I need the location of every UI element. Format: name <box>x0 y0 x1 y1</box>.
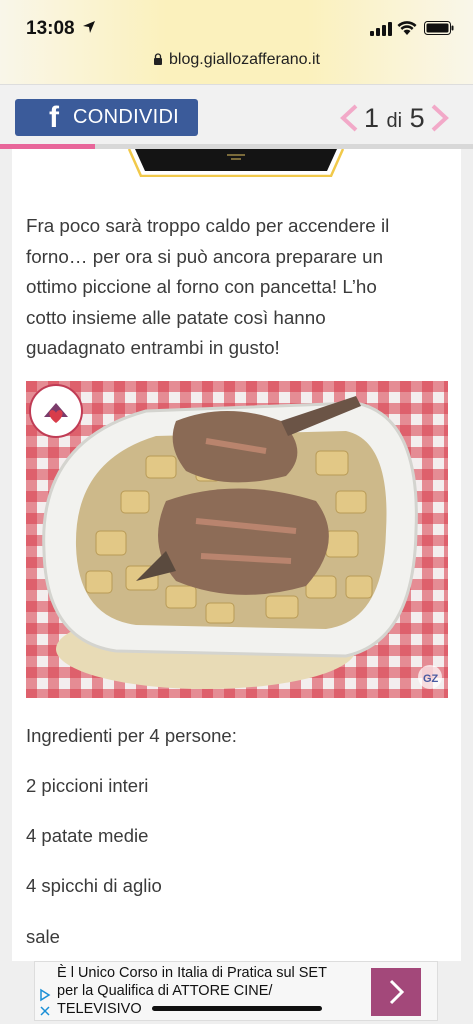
photo-watermark: GZ <box>423 673 439 685</box>
blog-logo-fragment <box>127 149 345 177</box>
chevron-right-icon <box>389 979 405 1005</box>
home-indicator[interactable] <box>152 1006 322 1011</box>
page-pager: 1 di 5 <box>340 101 449 135</box>
address-bar[interactable]: blog.giallozafferano.it <box>0 51 473 69</box>
article-content: Fra poco sarà troppo caldo per accendere… <box>12 149 461 961</box>
ad-line: per la Qualifica di ATTORE CINE/ <box>57 983 273 999</box>
ad-line: È l Unico Corso in Italia di Pratica sul… <box>57 965 327 981</box>
article-intro: Fra poco sarà troppo caldo per accendere… <box>26 211 446 364</box>
page-total: 5 <box>409 102 425 133</box>
intro-line: guadagnato entrambi in gusto! <box>26 337 280 358</box>
ingredient-item: 4 spicchi di aglio <box>26 875 162 896</box>
status-time: 13:08 <box>26 18 75 39</box>
ad-info-icon[interactable] <box>38 988 52 1002</box>
ingredient-item: 4 patate medie <box>26 825 149 846</box>
lock-icon <box>154 53 163 65</box>
previous-page-icon[interactable] <box>340 104 358 132</box>
ingredient-item: sale <box>26 926 60 947</box>
recipe-photo[interactable]: GZ <box>26 381 448 698</box>
next-page-icon[interactable] <box>431 104 449 132</box>
intro-line: ottimo piccione al forno con pancetta! L… <box>26 276 377 297</box>
page-separator: di <box>386 109 403 132</box>
url-domain: blog.giallozafferano.it <box>169 51 320 68</box>
share-bar: f CONDIVIDI 1 di 5 <box>0 84 473 147</box>
page-current: 1 <box>364 102 380 133</box>
battery-icon <box>424 21 454 35</box>
location-arrow-icon <box>83 21 95 33</box>
intro-line: cotto insieme alle patate così hanno <box>26 306 326 328</box>
ad-open-button[interactable] <box>371 968 421 1016</box>
intro-line: forno… per ora si può ancora preparare u… <box>26 245 384 267</box>
ingredient-item: 2 piccioni interi <box>26 775 149 796</box>
cellular-signal-icon <box>370 22 392 36</box>
ad-banner[interactable]: È l Unico Corso in Italia di Pratica sul… <box>34 961 438 1021</box>
browser-top-bar: 13:08 blog.giallozafferano.it <box>0 0 473 84</box>
intro-line: Fra poco sarà troppo caldo per accendere… <box>26 215 390 236</box>
ad-close-icon[interactable] <box>38 1004 52 1018</box>
wifi-icon <box>397 21 417 35</box>
facebook-icon: f <box>49 100 59 134</box>
page-indicator: 1 di 5 <box>364 103 425 134</box>
facebook-share-label: CONDIVIDI <box>73 106 180 128</box>
ingredients-title: Ingredienti per 4 persone: <box>26 725 237 746</box>
facebook-share-button[interactable]: f CONDIVIDI <box>15 99 198 136</box>
